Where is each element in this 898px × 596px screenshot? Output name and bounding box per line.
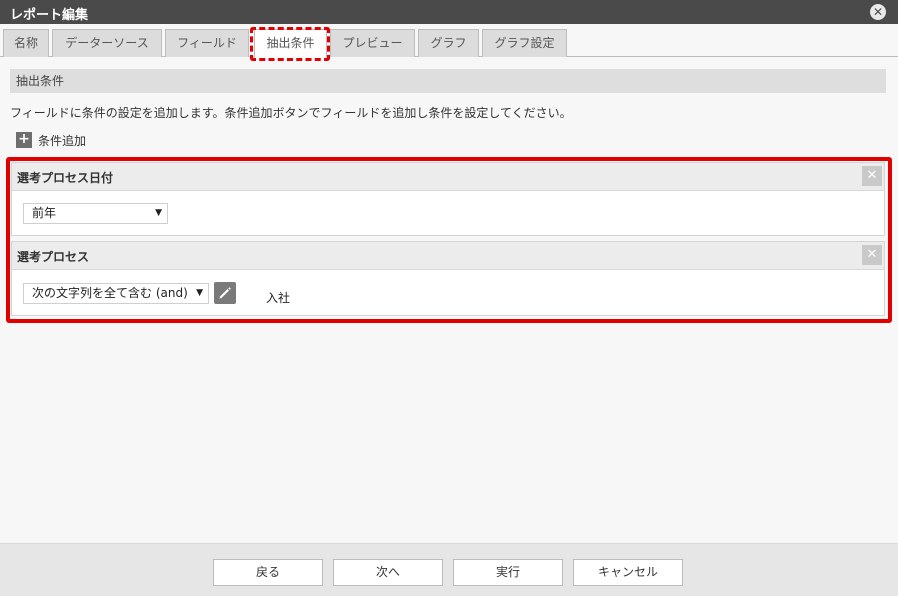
plus-icon: + [16,132,32,148]
tab-preview[interactable]: プレビュー [330,29,415,57]
condition-header: 選考プロセス日付 ✕ [12,163,884,191]
chevron-down-icon: ▼ [155,208,162,218]
tab-datasource[interactable]: データーソース [52,29,162,57]
condition-header: 選考プロセス ✕ [12,242,884,270]
close-icon[interactable]: ✕ [870,4,886,20]
remove-condition-icon[interactable]: ✕ [862,166,882,186]
edit-value-button[interactable] [214,282,236,304]
next-button[interactable]: 次へ [333,559,443,586]
chevron-down-icon: ▼ [196,288,203,298]
condition-operator-select[interactable]: 次の文字列を全て含む (and) ▼ [23,283,209,304]
tab-name[interactable]: 名称 [3,29,49,57]
condition-operator-select[interactable]: 前年 ▼ [23,203,168,224]
window-title: レポート編集 [10,8,89,23]
remove-condition-icon[interactable]: ✕ [862,245,882,265]
tab-filter-conditions[interactable]: 抽出条件 [254,29,327,58]
add-condition-button[interactable]: + 条件追加 [16,131,86,149]
section-header: 抽出条件 [10,69,886,93]
condition-block: 選考プロセス日付 ✕ 前年 ▼ [11,162,885,236]
section-description: フィールドに条件の設定を追加します。条件追加ボタンでフィールドを追加し条件を設定… [10,106,572,120]
run-button[interactable]: 実行 [453,559,563,586]
condition-value: 入社 [266,291,291,305]
condition-operator-value: 次の文字列を全て含む (and) [32,286,188,300]
title-bar: レポート編集 ✕ [0,0,898,24]
add-condition-label: 条件追加 [38,133,87,148]
back-button[interactable]: 戻る [213,559,323,586]
pencil-icon [219,287,231,299]
condition-field-name: 選考プロセス [17,250,90,264]
tab-field[interactable]: フィールド [165,29,249,57]
cancel-button[interactable]: キャンセル [573,559,683,586]
condition-operator-value: 前年 [32,206,57,220]
tab-bar: 名称 データーソース フィールド 抽出条件 プレビュー グラフ グラフ設定 [0,28,898,58]
footer-bar: 戻る 次へ 実行 キャンセル [0,543,898,596]
tab-graph[interactable]: グラフ [418,29,479,57]
condition-block: 選考プロセス ✕ 次の文字列を全て含む (and) ▼ 入社 [11,241,885,316]
condition-field-name: 選考プロセス日付 [17,171,114,185]
tab-graph-settings[interactable]: グラフ設定 [482,29,567,57]
